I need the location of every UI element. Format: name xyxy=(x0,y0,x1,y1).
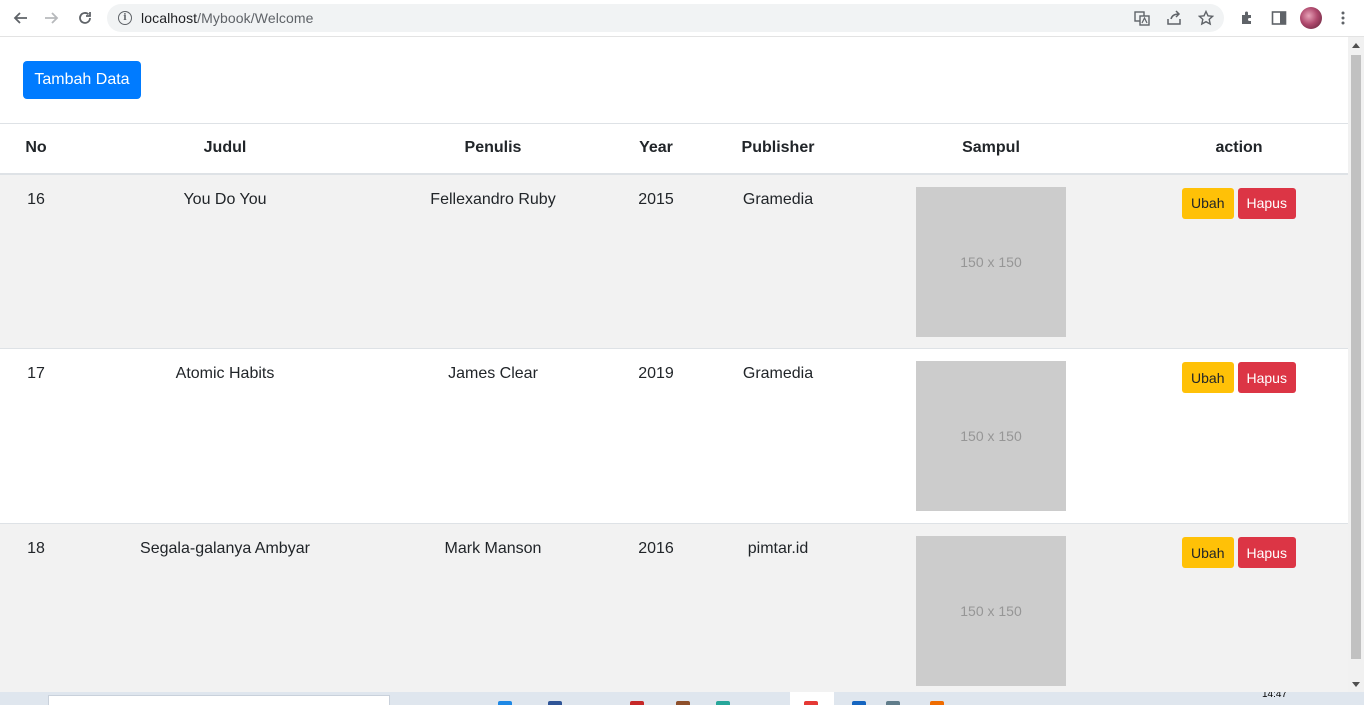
browser-toolbar: i localhost/Mybook/Welcome xyxy=(0,0,1364,37)
url-host: localhost xyxy=(141,10,198,26)
scrollbar-thumb[interactable] xyxy=(1351,55,1361,659)
edit-button[interactable]: Ubah xyxy=(1182,537,1234,568)
address-bar[interactable]: i localhost/Mybook/Welcome xyxy=(107,4,1224,32)
extensions-icon[interactable] xyxy=(1238,9,1256,27)
cover-image-placeholder: 150 x 150 xyxy=(916,361,1066,511)
table-row: 17 Atomic Habits James Clear 2019 Gramed… xyxy=(0,348,1348,524)
page-content: Tambah Data No Judul Penulis Year Publis… xyxy=(0,37,1348,692)
scroll-up-arrow-icon[interactable] xyxy=(1352,43,1360,48)
header-no: No xyxy=(0,123,72,175)
books-table: No Judul Penulis Year Publisher Sampul a… xyxy=(0,123,1348,692)
cell-judul: You Do You xyxy=(72,173,378,349)
taskbar-clock[interactable]: 14:47 xyxy=(1262,692,1287,700)
taskbar-chrome-icon[interactable] xyxy=(804,701,818,705)
cell-penulis: Mark Manson xyxy=(378,523,608,692)
row-actions: Ubah Hapus xyxy=(1130,362,1348,393)
taskbar-app-icon[interactable] xyxy=(716,701,730,705)
back-icon[interactable] xyxy=(8,6,32,30)
cell-publisher: Gramedia xyxy=(704,173,852,349)
header-judul: Judul xyxy=(72,123,378,175)
delete-button[interactable]: Hapus xyxy=(1237,362,1296,393)
cell-no: 16 xyxy=(0,173,72,349)
taskbar-app-icon[interactable] xyxy=(852,701,866,705)
row-actions: Ubah Hapus xyxy=(1130,537,1348,568)
bookmark-star-icon[interactable] xyxy=(1197,9,1215,27)
cell-sampul: 150 x 150 xyxy=(852,523,1130,692)
cell-judul: Atomic Habits xyxy=(72,348,378,524)
cover-image-placeholder: 150 x 150 xyxy=(916,186,1066,337)
translate-icon[interactable] xyxy=(1133,9,1151,27)
share-icon[interactable] xyxy=(1165,9,1183,27)
cell-action: Ubah Hapus xyxy=(1130,173,1348,349)
forward-icon[interactable] xyxy=(40,6,64,30)
taskbar-app-icon[interactable] xyxy=(930,701,944,705)
cell-penulis: Fellexandro Ruby xyxy=(378,173,608,349)
profile-avatar[interactable] xyxy=(1300,7,1322,29)
cell-year: 2015 xyxy=(608,173,704,349)
taskbar-app-icon[interactable] xyxy=(676,701,690,705)
cell-no: 17 xyxy=(0,348,72,524)
side-panel-icon[interactable] xyxy=(1270,9,1288,27)
header-penulis: Penulis xyxy=(378,123,608,175)
cell-action: Ubah Hapus xyxy=(1130,348,1348,524)
cell-sampul: 150 x 150 xyxy=(852,173,1130,349)
edit-button[interactable]: Ubah xyxy=(1182,187,1234,219)
taskbar-app-icon[interactable] xyxy=(498,701,512,705)
cell-year: 2016 xyxy=(608,523,704,692)
url-path: /Mybook/Welcome xyxy=(197,10,314,26)
taskbar-app-icon[interactable] xyxy=(630,701,644,705)
header-action: action xyxy=(1130,123,1348,175)
delete-button[interactable]: Hapus xyxy=(1237,187,1296,219)
reload-icon[interactable] xyxy=(73,6,97,30)
table-header-row: No Judul Penulis Year Publisher Sampul a… xyxy=(0,123,1348,175)
taskbar-app-icon[interactable] xyxy=(548,701,562,705)
taskbar-search-box[interactable] xyxy=(48,695,390,705)
cell-publisher: pimtar.id xyxy=(704,523,852,692)
vertical-scrollbar[interactable] xyxy=(1348,37,1364,692)
cell-action: Ubah Hapus xyxy=(1130,523,1348,692)
header-sampul: Sampul xyxy=(852,123,1130,175)
cell-judul: Segala-galanya Ambyar xyxy=(72,523,378,692)
edit-button[interactable]: Ubah xyxy=(1182,362,1234,393)
cell-penulis: James Clear xyxy=(378,348,608,524)
more-menu-icon[interactable] xyxy=(1334,9,1352,27)
add-data-button[interactable]: Tambah Data xyxy=(23,61,141,99)
header-year: Year xyxy=(608,123,704,175)
table-row: 16 You Do You Fellexandro Ruby 2015 Gram… xyxy=(0,173,1348,349)
site-info-icon[interactable]: i xyxy=(118,11,132,25)
cell-no: 18 xyxy=(0,523,72,692)
cell-publisher: Gramedia xyxy=(704,348,852,524)
delete-button[interactable]: Hapus xyxy=(1237,537,1296,568)
cover-image-placeholder: 150 x 150 xyxy=(916,536,1066,686)
url-text[interactable]: localhost/Mybook/Welcome xyxy=(141,10,314,26)
row-actions: Ubah Hapus xyxy=(1130,187,1348,219)
taskbar-app-icon[interactable] xyxy=(886,701,900,705)
os-taskbar: 14:47 xyxy=(0,692,1364,705)
cell-sampul: 150 x 150 xyxy=(852,348,1130,524)
cell-year: 2019 xyxy=(608,348,704,524)
header-publisher: Publisher xyxy=(704,123,852,175)
table-row: 18 Segala-galanya Ambyar Mark Manson 201… xyxy=(0,523,1348,692)
scroll-down-arrow-icon[interactable] xyxy=(1352,682,1360,687)
